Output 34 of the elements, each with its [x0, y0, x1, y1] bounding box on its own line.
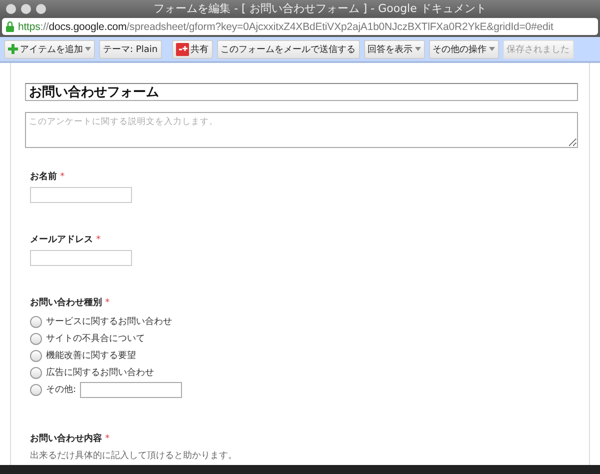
window-title: フォームを編集 - [ お問い合わせフォーム ] - Google ドキュメント: [152, 1, 488, 16]
toolbar-button[interactable]: 回答を表示: [364, 40, 425, 58]
radio-option-label: 機能改善に関する要望: [46, 349, 136, 362]
toolbar-button[interactable]: アイテムを追加: [4, 40, 95, 58]
help-text: 出来るだけ具体的に記入して頂けると助かります。: [30, 450, 238, 462]
caret-icon: [488, 47, 495, 51]
question-label: お名前 *: [30, 170, 66, 183]
plus-icon: [8, 44, 18, 54]
radio-option-label: サービスに関するお問い合わせ: [46, 316, 172, 328]
question-label: お問い合わせ内容 *: [30, 432, 111, 445]
other-input-field[interactable]: [80, 382, 182, 398]
text-input-field[interactable]: [30, 187, 132, 203]
form-title-field[interactable]: お問い合わせフォーム: [25, 83, 578, 101]
address-bar[interactable]: https://docs.google.com/spreadsheet/gform?key=0AjcxxitxZ4XBdEtiVXp2ajA1b0NJczBXTlFXa0R2YkE&gridId=0#edit: [2, 18, 598, 35]
toolbar-button[interactable]: 共有: [172, 40, 213, 58]
caret-icon: [414, 47, 421, 51]
gplus-icon: [176, 42, 189, 56]
radio-button[interactable]: [30, 384, 42, 396]
toolbar-button[interactable]: このフォームをメールで送信する: [216, 40, 360, 58]
toolbar-button[interactable]: テーマ: Plain: [99, 40, 162, 58]
text-input-field[interactable]: [30, 250, 132, 266]
lock-icon: [6, 21, 14, 32]
radio-button[interactable]: [30, 366, 42, 378]
radio-option-label: サイトの不具合について: [46, 332, 145, 345]
radio-button[interactable]: [30, 350, 42, 362]
form-description-field[interactable]: このアンケートに関する説明文を入力します。: [25, 112, 578, 148]
caret-icon: [85, 47, 91, 51]
question-label: お問い合わせ種別 *: [30, 296, 111, 309]
radio-option-label: 広告に関するお問い合わせ: [46, 366, 154, 379]
radio-option-label: その他:: [46, 384, 76, 396]
radio-button[interactable]: [30, 332, 42, 344]
question-label: メールアドレス *: [30, 234, 102, 246]
toolbar-button[interactable]: その他の操作: [428, 40, 499, 58]
radio-button[interactable]: [30, 316, 42, 328]
